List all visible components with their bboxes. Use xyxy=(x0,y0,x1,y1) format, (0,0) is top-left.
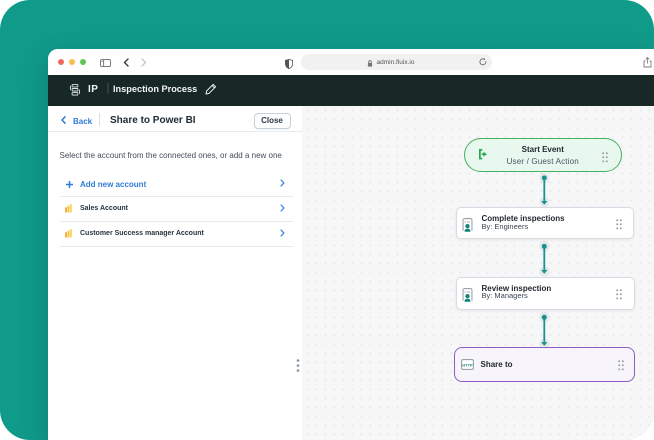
svg-text:HTTP: HTTP xyxy=(462,362,473,367)
